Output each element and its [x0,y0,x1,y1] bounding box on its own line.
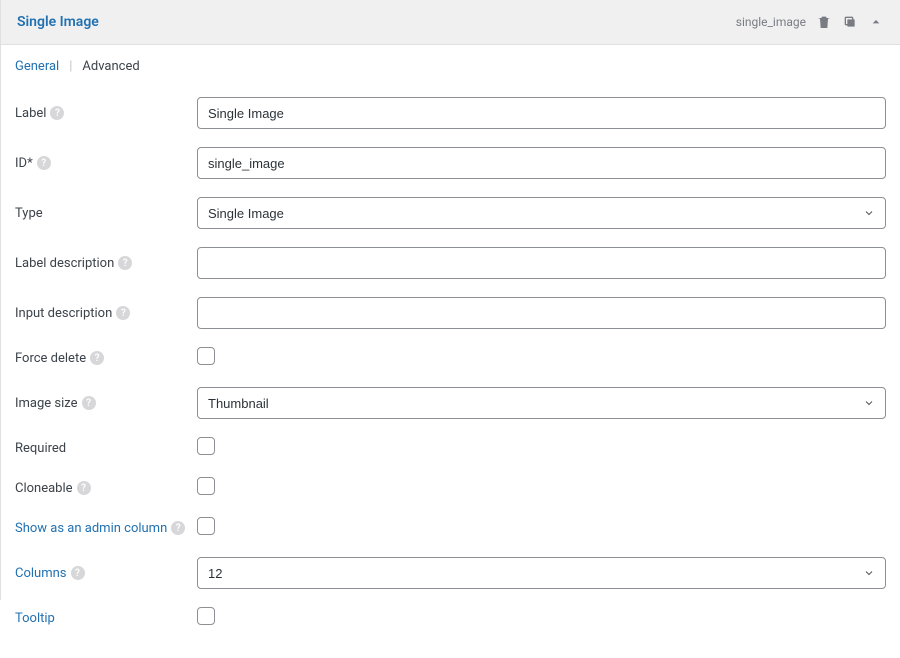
row-label-description: Label description ? [15,238,886,288]
help-icon[interactable]: ? [116,306,130,320]
tooltip-label[interactable]: Tooltip [15,611,197,626]
cloneable-checkbox[interactable] [197,477,215,495]
form: Label ? ID* ? Type Single Image Label de… [1,82,900,658]
required-label: Required [15,441,197,456]
help-icon[interactable]: ? [82,396,96,410]
label-description-input[interactable] [197,247,886,279]
force-delete-checkbox[interactable] [197,347,215,365]
panel-header: Single Image single_image [1,0,900,45]
label-description-label-text: Label description [15,256,114,271]
help-icon[interactable]: ? [171,521,185,535]
row-input-description: Input description ? [15,288,886,338]
help-icon[interactable]: ? [118,256,132,270]
admin-column-checkbox[interactable] [197,517,215,535]
type-select[interactable]: Single Image [197,197,886,229]
admin-column-label[interactable]: Show as an admin column ? [15,521,197,536]
help-icon[interactable]: ? [77,481,91,495]
help-icon[interactable]: ? [37,156,51,170]
row-type: Type Single Image [15,188,886,238]
label-description-label: Label description ? [15,256,197,271]
image-size-label: Image size ? [15,396,197,411]
type-label: Type [15,206,197,221]
row-force-delete: Force delete ? [15,338,886,378]
row-label: Label ? [15,88,886,138]
tabs: General | Advanced [1,45,900,82]
panel-title: Single Image [17,14,99,30]
help-icon[interactable]: ? [90,351,104,365]
input-description-label-text: Input description [15,306,112,321]
row-cloneable: Cloneable ? [15,468,886,508]
columns-select[interactable]: 12 [197,557,886,589]
tab-general[interactable]: General [15,59,69,74]
panel-actions: single_image [736,14,884,30]
help-icon[interactable]: ? [71,566,85,580]
help-icon[interactable]: ? [50,106,64,120]
row-tooltip: Tooltip [15,598,886,638]
cloneable-label: Cloneable ? [15,481,197,496]
tooltip-checkbox[interactable] [197,607,215,625]
required-checkbox[interactable] [197,437,215,455]
force-delete-label: Force delete ? [15,351,197,366]
tab-separator: | [69,59,82,74]
input-description-label: Input description ? [15,306,197,321]
collapse-icon[interactable] [868,14,884,30]
required-label-text: Required [15,441,66,456]
cloneable-label-text: Cloneable [15,481,73,496]
row-required: Required [15,428,886,468]
panel-slug: single_image [736,15,806,29]
image-size-select[interactable]: Thumbnail [197,387,886,419]
row-id: ID* ? [15,138,886,188]
label-label-text: Label [15,106,46,121]
tooltip-label-text: Tooltip [15,611,55,626]
columns-label[interactable]: Columns ? [15,566,197,581]
id-input[interactable] [197,147,886,179]
type-label-text: Type [15,206,43,221]
input-description-input[interactable] [197,297,886,329]
id-label-text: ID* [15,156,33,171]
label-label: Label ? [15,106,197,121]
image-size-label-text: Image size [15,396,78,411]
tab-advanced[interactable]: Advanced [82,59,149,74]
force-delete-label-text: Force delete [15,351,86,366]
row-columns: Columns ? 12 [15,548,886,598]
copy-icon[interactable] [842,14,858,30]
trash-icon[interactable] [816,14,832,30]
row-admin-column: Show as an admin column ? [15,508,886,548]
label-input[interactable] [197,97,886,129]
admin-column-label-text: Show as an admin column [15,521,167,536]
row-image-size: Image size ? Thumbnail [15,378,886,428]
id-label: ID* ? [15,156,197,171]
columns-label-text: Columns [15,566,67,581]
